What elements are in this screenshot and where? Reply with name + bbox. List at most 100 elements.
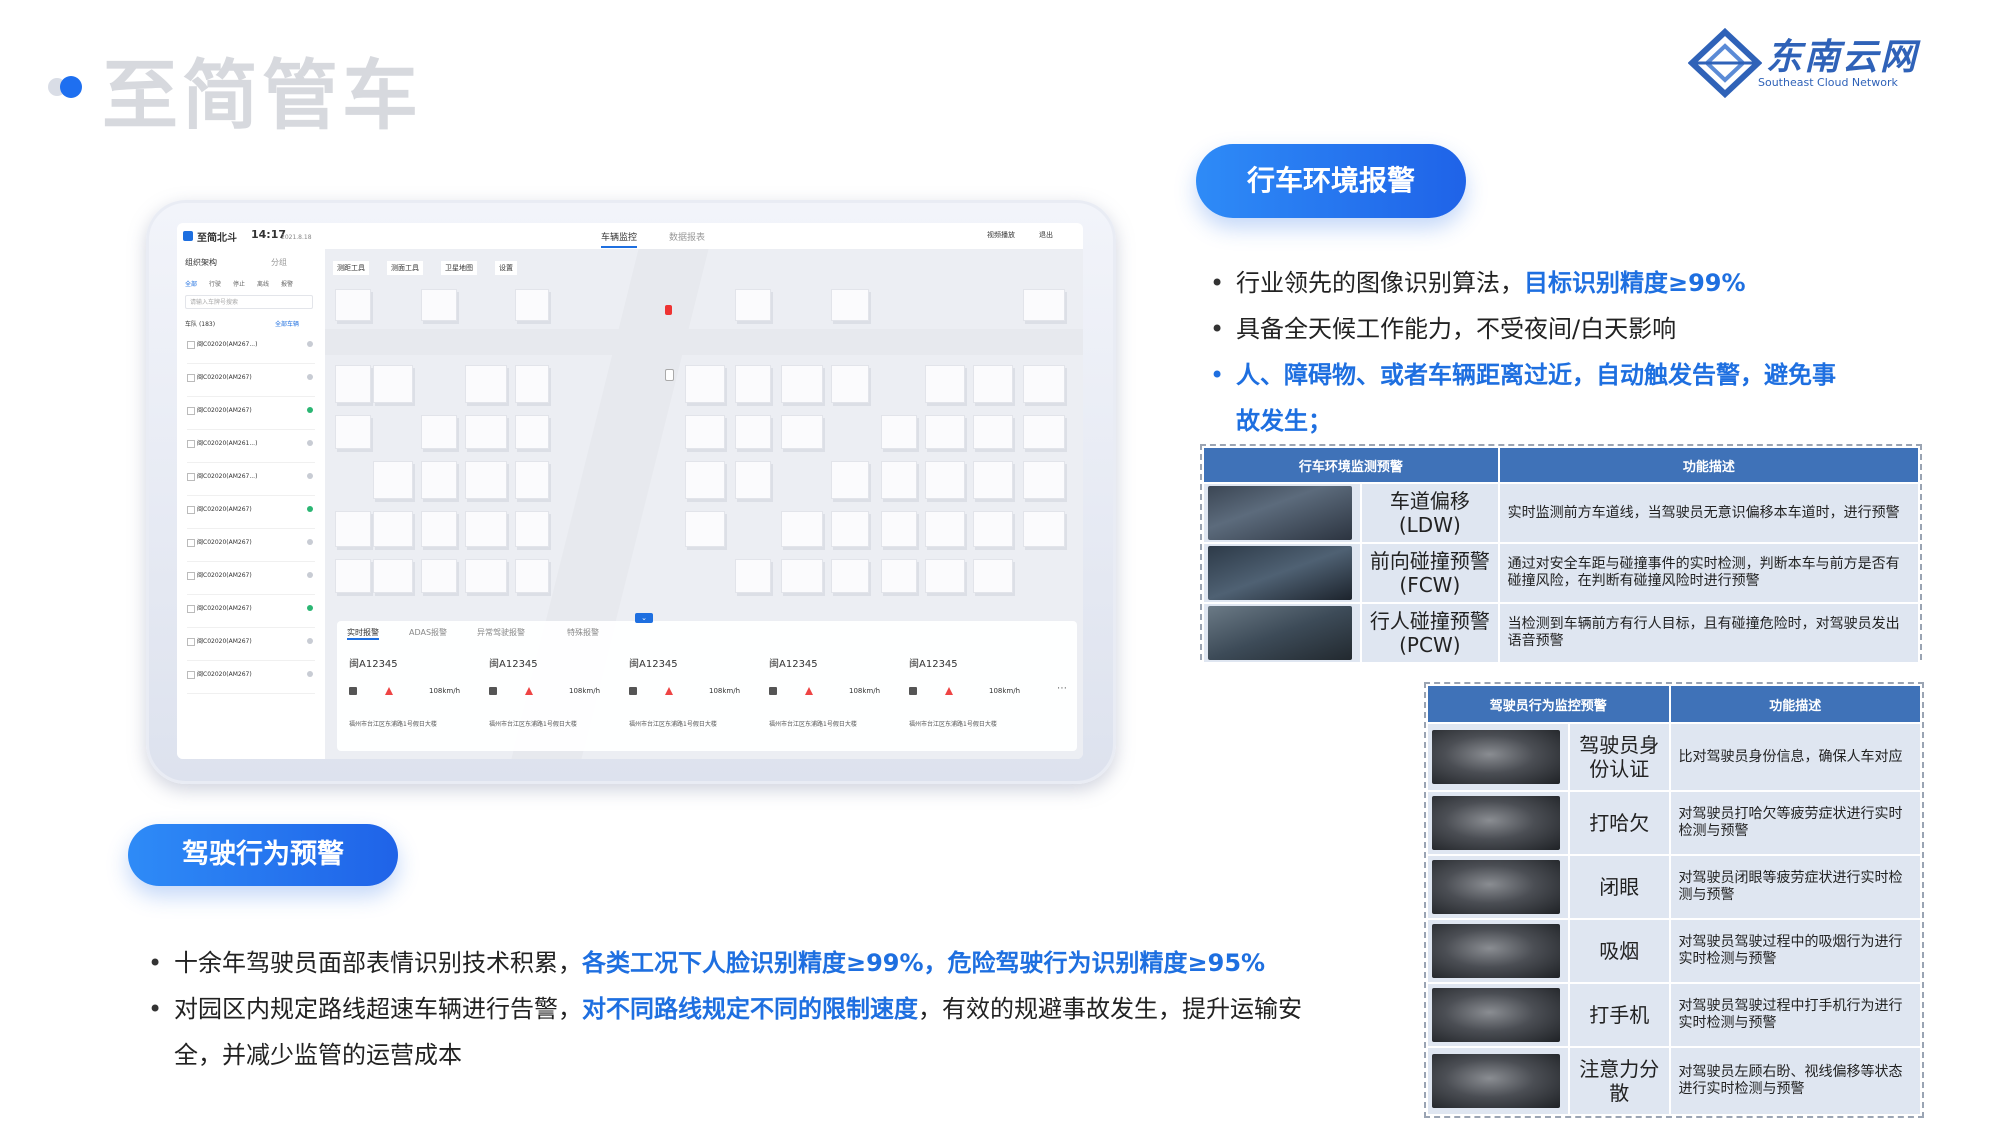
checkbox[interactable] [187,473,195,481]
vehicle-search-input[interactable]: 请输入车牌号搜索 [185,295,313,309]
vehicle-marker-icon[interactable] [665,369,674,381]
vehicle-list-item[interactable]: 闽C02020(AM267) [187,401,315,430]
alert-plate: 闽A12345 [629,659,678,670]
alert-card[interactable]: 闽A12345 108km/h 福州市台江区东浦路1号假日大楼 [343,647,478,745]
bullet-text: 具备全天候工作能力，不受夜间/白天影响 [1236,315,1677,343]
filter-all[interactable]: 全部 [185,279,197,288]
vehicle-list-item[interactable]: 闽C02020(AM267) [187,599,315,628]
title-bullet-icon [48,76,82,98]
vehicle-plate: 闽C02020(AM261...) [197,440,258,447]
map-building [735,559,771,593]
alert-card[interactable]: 闽A12345 108km/h 福州市台江区东浦路1号假日大楼 [903,647,1038,745]
tab-vehicle-monitor[interactable]: 车辆监控 [601,230,638,248]
bullet-highlight: 各类工况下人脸识别精度≥99%，危险驾驶行为识别精度≥95% [582,949,1266,977]
alert-plate: 闽A12345 [769,659,818,670]
map-building [781,365,823,403]
env-bullet: • 具备全天候工作能力，不受夜间/白天影响 [1210,315,1677,343]
checkbox[interactable] [187,671,195,679]
map-building [925,365,965,403]
collapse-chevron-icon[interactable]: ⌄ [635,613,653,623]
status-dot-icon [307,407,313,413]
alert-card[interactable]: 闽A12345 108km/h 福州市台江区东浦路1号假日大楼 [483,647,618,745]
feature-name: 前向碰撞预警 [1369,549,1490,573]
vehicle-plate: 闽C02020(AM267) [197,539,252,546]
checkbox[interactable] [187,407,195,415]
checkbox[interactable] [187,374,195,382]
vehicle-list-item[interactable]: 闽C02020(AM267) [187,632,315,661]
status-dot-icon [307,341,313,347]
warning-icon [525,687,533,695]
map-building [515,461,549,499]
alert-card[interactable]: 闽A12345 108km/h 福州市台江区东浦路1号假日大楼 [623,647,758,745]
alert-speed: 108km/h [429,687,461,695]
behavior-name: 吸烟 [1568,918,1671,984]
checkbox[interactable] [187,506,195,514]
filter-driving[interactable]: 行驶 [209,279,221,288]
checkbox[interactable] [187,572,195,580]
vehicle-plate: 闽C02020(AM267) [197,506,252,513]
filter-alarm[interactable]: 报警 [281,279,293,288]
measure-distance-button[interactable]: 测距工具 [333,261,369,275]
vehicle-marker-icon[interactable] [665,305,672,315]
map-building [465,415,507,449]
warning-icon [385,687,393,695]
table-header: 行车环境监测预警 [1202,446,1500,484]
tab-realtime-alarm[interactable]: 实时报警 [347,627,379,640]
video-play-button[interactable]: 视频播放 [987,230,1015,240]
logout-button[interactable]: 退出 [1039,230,1053,240]
more-icon[interactable]: ⋯ [1057,683,1067,694]
map-building [973,511,1013,547]
bullet-highlight: 对不同路线规定不同的限制速度 [582,995,918,1023]
camera-icon [629,687,637,695]
status-dot-icon [307,671,313,677]
map-settings-button[interactable]: 设置 [495,261,517,275]
filter-stopped[interactable]: 停止 [233,279,245,288]
measure-area-button[interactable]: 测面工具 [387,261,423,275]
city-map[interactable]: 测距工具 测面工具 卫星地图 设置 实时报警 ADAS报警 异常驾驶报警 特殊报… [325,249,1083,759]
vehicle-list-item[interactable]: 闽C02020(AM267) [187,500,315,529]
satellite-map-button[interactable]: 卫星地图 [441,261,477,275]
driver-bullet: • 对园区内规定路线超速车辆进行告警，对不同路线规定不同的限制速度，有效的规避事故… [148,995,1302,1069]
vehicle-list-item[interactable]: 闽C02020(AM267) [187,533,315,562]
all-vehicles-link[interactable]: 全部车辆 [275,319,299,328]
feature-code: (FCW) [1399,573,1461,597]
checkbox[interactable] [187,440,195,448]
alert-card[interactable]: 闽A12345 108km/h 福州市台江区东浦路1号假日大楼 [763,647,898,745]
map-building [881,415,917,449]
sidebar-tab-org[interactable]: 组织架构 [185,257,217,268]
map-building [515,365,549,403]
map-building [335,415,371,449]
vehicle-list-item[interactable]: 闽C02020(AM267) [187,566,315,595]
vehicle-list-item[interactable]: 闽C02020(AM267) [187,665,315,694]
map-building [925,415,965,449]
vehicle-plate: 闽C02020(AM267...) [197,473,258,480]
map-building [831,289,869,321]
checkbox[interactable] [187,638,195,646]
alert-address: 福州市台江区东浦路1号假日大楼 [349,721,437,728]
checkbox[interactable] [187,341,195,349]
vehicle-list-item[interactable]: 闽C02020(AM267...) [187,467,315,496]
logo-name: 东南云网 [1766,36,1919,78]
behavior-name: 注意力分散 [1568,1045,1671,1117]
tab-abnormal-alarm[interactable]: 异常驾驶报警 [477,627,525,638]
vehicle-plate: 闽C02020(AM267) [197,671,252,678]
map-building [335,559,371,593]
vehicle-list-item[interactable]: 闽C02020(AM261...) [187,434,315,463]
checkbox[interactable] [187,539,195,547]
sidebar-tab-group[interactable]: 分组 [271,257,287,268]
vehicle-list-item[interactable]: 闽C02020(AM267...) [187,335,315,364]
map-building [735,461,771,499]
checkbox[interactable] [187,605,195,613]
env-bullet-list: • 行业领先的图像识别算法，目标识别精度≥99% • 具备全天候工作能力，不受夜间/… [1210,260,1850,444]
behavior-description: 比对驾驶员身份信息，确保人车对应 [1668,722,1923,793]
filter-offline[interactable]: 离线 [257,279,269,288]
bullet-text: 十余年驾驶员面部表情识别技术积累， [174,949,582,977]
tab-special-alarm[interactable]: 特殊报警 [567,627,599,638]
behavior-description: 对驾驶员闭眼等疲劳症状进行实时检测与预警 [1668,854,1923,921]
tab-data-report[interactable]: 数据报表 [669,230,705,243]
bullet-text: 行业领先的图像识别算法， [1236,269,1524,297]
alert-speed: 108km/h [989,687,1021,695]
tablet-mockup: 至简北斗 14:17 2021.8.18 车辆监控 数据报表 视频播放 退出 组… [146,200,1116,784]
vehicle-list-item[interactable]: 闽C02020(AM267) [187,368,315,397]
tab-adas-alarm[interactable]: ADAS报警 [409,627,447,638]
